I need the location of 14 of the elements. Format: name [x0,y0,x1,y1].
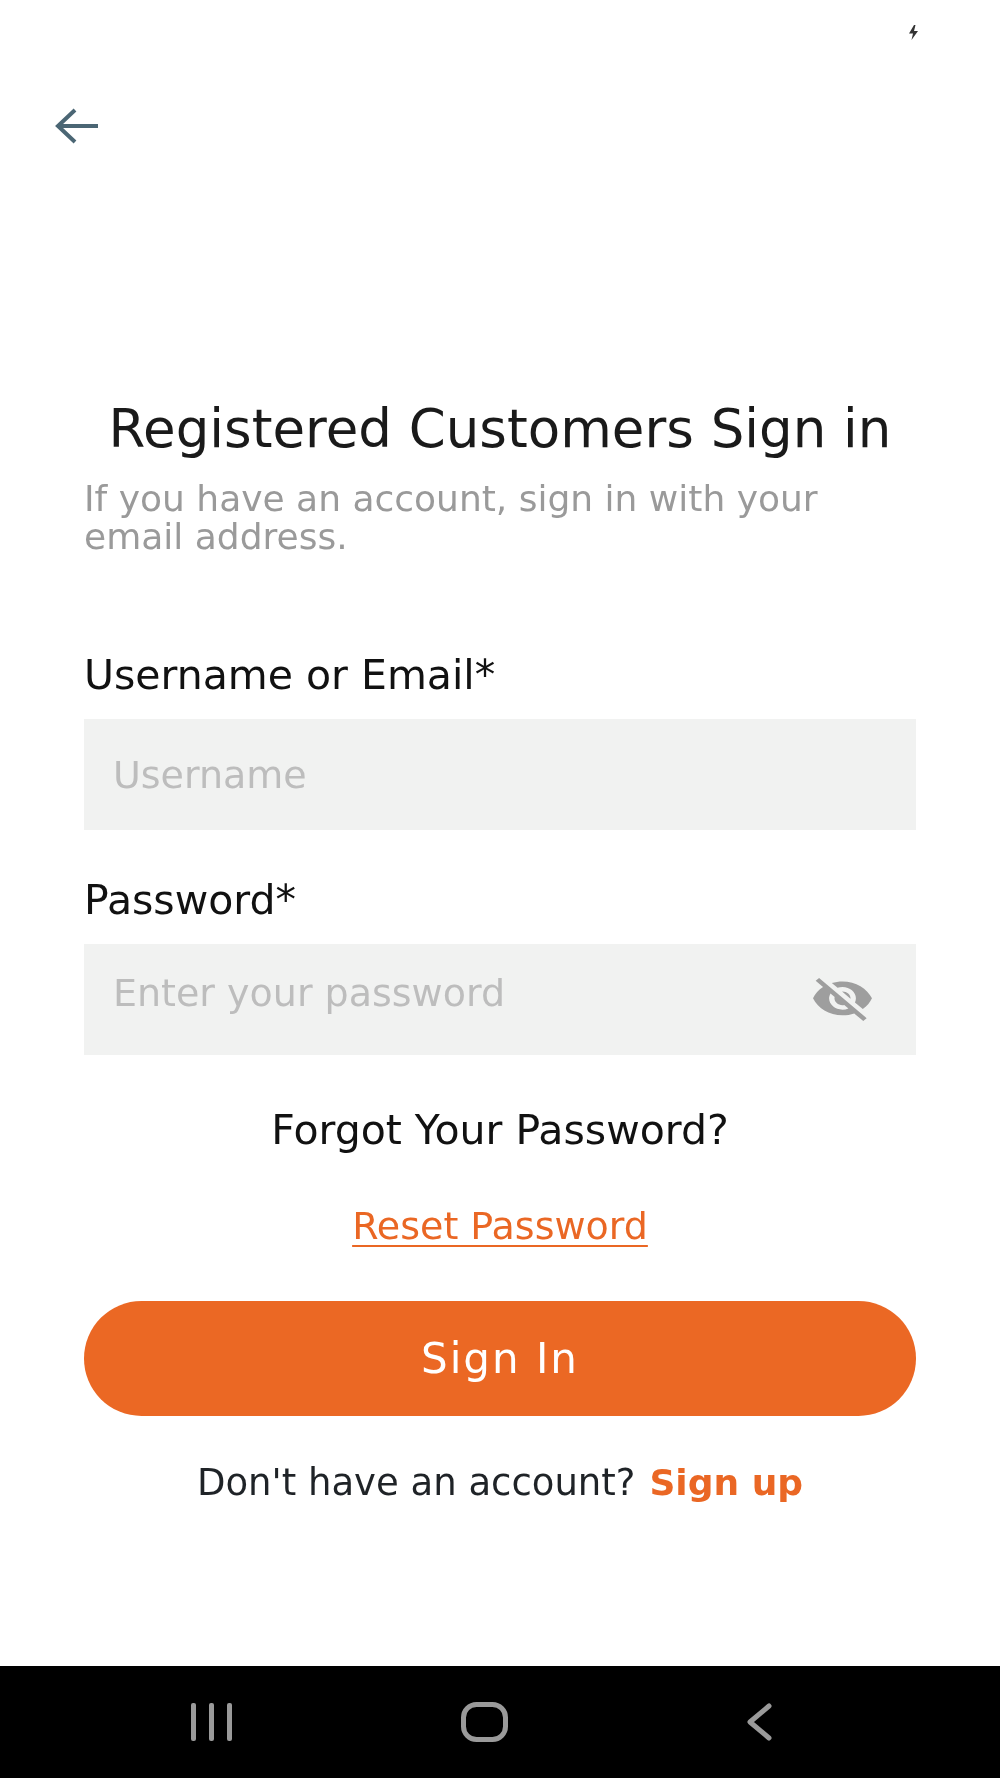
back-chevron-icon[interactable] [746,1703,772,1741]
page-subtitle: If you have an account, sign in with your email address. [84,480,819,556]
field-label: Username or Email* [84,651,497,699]
field-label: Password* [84,876,297,924]
charging-icon [908,25,919,40]
sign-in-button[interactable]: Sign In [84,1301,916,1416]
sign-up-link[interactable]: Sign up [649,1460,804,1506]
home-icon[interactable] [461,1702,508,1742]
back-arrow-icon[interactable] [55,108,98,144]
page-title: Registered Customers Sign in [107,399,893,459]
forgot-password-text: Forgot Your Password? [270,1106,730,1154]
recent-apps-icon[interactable] [191,1703,232,1741]
reset-password-link[interactable]: Reset Password [352,1203,648,1249]
signup-prompt: Don't have an account? [196,1460,636,1506]
